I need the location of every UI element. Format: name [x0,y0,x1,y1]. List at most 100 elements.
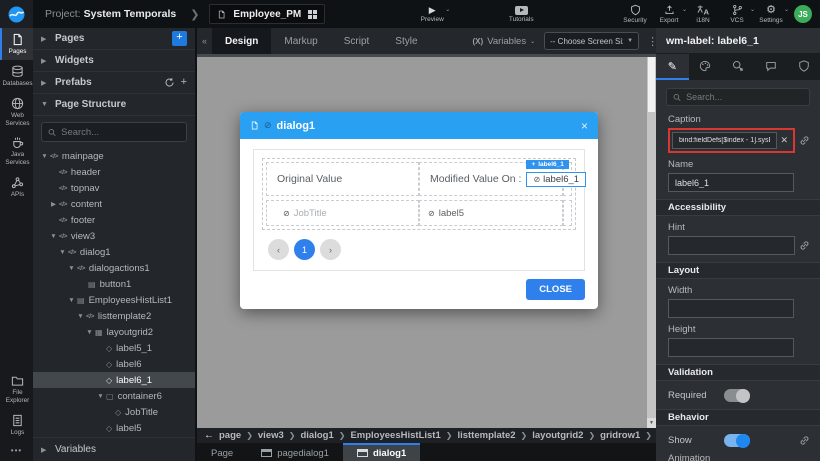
tree-item-label6_1-selected[interactable]: ◇label6_1 [33,372,195,388]
required-toggle[interactable] [724,389,750,402]
tree-item-header[interactable]: </>header [33,164,195,180]
pagination-page-1[interactable]: 1 [294,239,315,260]
tree-item-view3[interactable]: ▼</>view3 [33,228,195,244]
caption-input[interactable] [672,132,777,149]
show-toggle[interactable] [724,434,750,447]
tree-item-jobtitle[interactable]: ◇JobTitle [33,404,195,420]
rail-item-apis[interactable]: APIs [0,171,33,203]
bind-link-icon[interactable] [799,135,810,146]
cell-jobtitle[interactable]: ⊘JobTitle [266,200,419,226]
tree-item-label5_1[interactable]: ◇label5_1 [33,340,195,356]
settings-button[interactable]: ⚙ Settings ⌄ [754,0,788,28]
width-input[interactable] [668,299,794,318]
tab-markup[interactable]: Markup [271,28,330,54]
scrollbar-down-arrow[interactable]: ▼ [647,418,656,428]
name-input[interactable] [668,173,794,192]
back-arrow-icon[interactable]: ← [204,430,214,441]
dialog1-widget[interactable]: ⊘ dialog1 × Original Value Modified Valu… [240,112,598,309]
tab-comments[interactable] [754,54,787,80]
hint-input[interactable] [668,236,795,255]
more-dots-icon[interactable]: ••• [0,441,33,461]
tree-item-dialogactions1[interactable]: ▼</>dialogactions1 [33,260,195,276]
tree-item-layoutgrid2[interactable]: ▼▦layoutgrid2 [33,324,195,340]
breadcrumb-item[interactable]: EmployeesHistList1 [350,430,440,441]
i18n-button[interactable]: A i18N [686,0,720,28]
breadcrumb-item[interactable]: layoutgrid2 [532,430,583,441]
page-grid-icon[interactable] [308,10,317,19]
widget-move-badge[interactable]: +label6_1 [526,160,568,169]
section-variables[interactable]: ▶ Variables [33,437,195,461]
list-widget[interactable]: Original Value Modified Value On : +labe… [262,158,576,230]
security-button[interactable]: Security [618,0,652,28]
scrollbar-thumb[interactable] [648,57,655,112]
tree-item-employeeshistlist1[interactable]: ▼▤EmployeesHistList1 [33,292,195,308]
tab-security[interactable] [787,54,820,80]
canvas-scrollbar[interactable]: ▼ [647,57,656,428]
vcs-button[interactable]: VCS ⌄ [720,0,754,28]
dialog-header[interactable]: ⊘ dialog1 × [240,112,598,139]
dialog-close-icon[interactable]: × [581,119,588,133]
bind-link-icon[interactable] [799,240,810,251]
rail-item-web-services[interactable]: Web Services [0,92,33,132]
selected-label-widget[interactable]: +label6_1 ⊘label6_1 [526,172,586,187]
tab-dialog1-active[interactable]: dialog1 [343,443,420,461]
collapse-left-icon[interactable]: « [197,36,212,46]
tree-item-label5[interactable]: ◇label5 [33,420,195,436]
variables-button[interactable]: (X) Variables ⌄ [473,36,536,47]
tree-item-listtemplate2[interactable]: ▼</>listtemplate2 [33,308,195,324]
rail-item-file-explorer[interactable]: File Explorer [0,369,33,409]
dialog-close-button[interactable]: CLOSE [526,279,585,300]
screen-size-select[interactable]: -- Choose Screen Size -- ▼ [544,32,639,50]
properties-search-input[interactable] [686,92,803,102]
tree-item-label6[interactable]: ◇label6 [33,356,195,372]
tab-style[interactable]: Style [382,28,430,54]
pagination-next-button[interactable]: › [320,239,341,260]
rail-item-pages[interactable]: Pages [0,28,33,60]
section-pages[interactable]: ▶ Pages + [33,28,195,50]
breadcrumb-item[interactable]: gridrow1 [600,430,640,441]
user-avatar[interactable]: JS [794,5,812,23]
section-page-structure[interactable]: ▼ Page Structure [33,94,195,116]
tab-pagedialog1[interactable]: pagedialog1 [247,443,343,461]
tab-script[interactable]: Script [331,28,383,54]
pagination-prev-button[interactable]: ‹ [268,239,289,260]
tab-styles[interactable] [689,54,722,80]
tab-events[interactable] [722,54,755,80]
tree-item-mainpage[interactable]: ▼</>mainpage [33,148,195,164]
breadcrumb-item[interactable]: page [219,430,241,441]
breadcrumb-item[interactable]: view3 [258,430,284,441]
add-page-button[interactable]: + [172,31,187,46]
tab-design[interactable]: Design [212,28,271,54]
tutorials-button[interactable]: Tutorials [504,0,538,28]
header-cell-modified[interactable]: Modified Value On : +label6_1 ⊘label6_1 [419,162,563,196]
rail-item-java-services[interactable]: Java Services [0,131,33,171]
add-prefab-button[interactable]: + [181,77,187,88]
tree-item-topnav[interactable]: </>topnav [33,180,195,196]
section-prefabs[interactable]: ▶ Prefabs + [33,72,195,94]
bind-link-icon[interactable] [799,435,810,446]
tree-item-dialog1[interactable]: ▼</>dialog1 [33,244,195,260]
tree-item-content[interactable]: ▶</>content [33,196,195,212]
height-input[interactable] [668,338,794,357]
export-button[interactable]: Export ⌄ [652,0,686,28]
page-selector[interactable]: Employee_PM [209,4,325,24]
tab-properties[interactable]: ✎ [656,54,689,80]
section-widgets[interactable]: ▶ Widgets [33,50,195,72]
rail-item-databases[interactable]: Databases [0,60,33,92]
structure-search-input[interactable] [61,127,180,138]
properties-search[interactable] [666,88,810,106]
tree-item-container6[interactable]: ▼▢container6 [33,388,195,404]
preview-button[interactable]: ▶ Preview ⌄ [415,0,449,28]
tab-page[interactable]: Page [197,443,247,461]
design-canvas[interactable]: ⊘ dialog1 × Original Value Modified Valu… [197,54,656,428]
refresh-icon[interactable] [164,77,175,88]
tree-item-footer[interactable]: </>footer [33,212,195,228]
tree-item-button1[interactable]: ▤button1 [33,276,195,292]
cell-label5[interactable]: ⊘label5 [419,200,563,226]
wavemaker-logo[interactable] [0,0,33,28]
structure-search[interactable] [41,122,187,142]
rail-item-logs[interactable]: Logs [0,409,33,441]
breadcrumb-item[interactable]: listtemplate2 [457,430,515,441]
clear-icon[interactable]: ✕ [780,135,788,146]
header-cell-original[interactable]: Original Value [266,162,419,196]
